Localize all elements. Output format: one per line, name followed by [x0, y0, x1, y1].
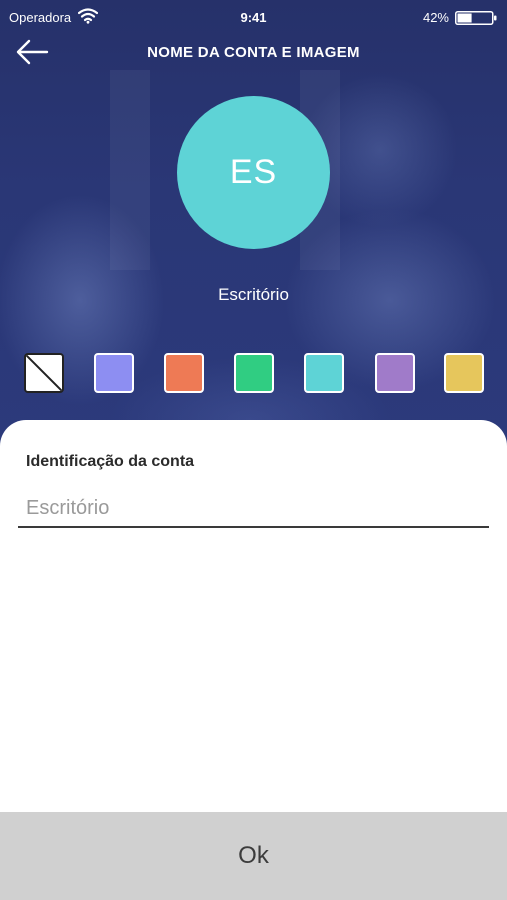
color-swatch-orange[interactable] — [164, 353, 204, 393]
battery-icon — [455, 11, 497, 25]
color-swatch-blue[interactable] — [94, 353, 134, 393]
color-swatch-none[interactable] — [24, 353, 64, 393]
battery-percent: 42% — [422, 10, 449, 25]
background-stripe — [110, 70, 150, 270]
avatar[interactable]: ES — [177, 96, 330, 249]
status-bar: Operadora 9:41 42% — [0, 0, 507, 34]
form-sheet: Identificação da conta — [0, 420, 507, 812]
color-swatch-purple[interactable] — [375, 353, 415, 393]
account-id-input[interactable] — [18, 490, 489, 528]
color-swatch-green[interactable] — [234, 353, 274, 393]
account-name-label: Escritório — [218, 285, 289, 304]
navigation-bar: NOME DA CONTA E IMAGEM — [0, 34, 507, 72]
ok-button[interactable]: Ok — [0, 812, 507, 900]
no-color-icon — [26, 355, 62, 391]
color-swatch-cyan[interactable] — [304, 353, 344, 393]
avatar-initials: ES — [229, 153, 278, 191]
color-swatch-yellow[interactable] — [444, 353, 484, 393]
account-id-label: Identificação da conta — [26, 453, 195, 470]
ok-button-label: Ok — [238, 842, 269, 869]
page-title: NOME DA CONTA E IMAGEM — [147, 44, 360, 61]
